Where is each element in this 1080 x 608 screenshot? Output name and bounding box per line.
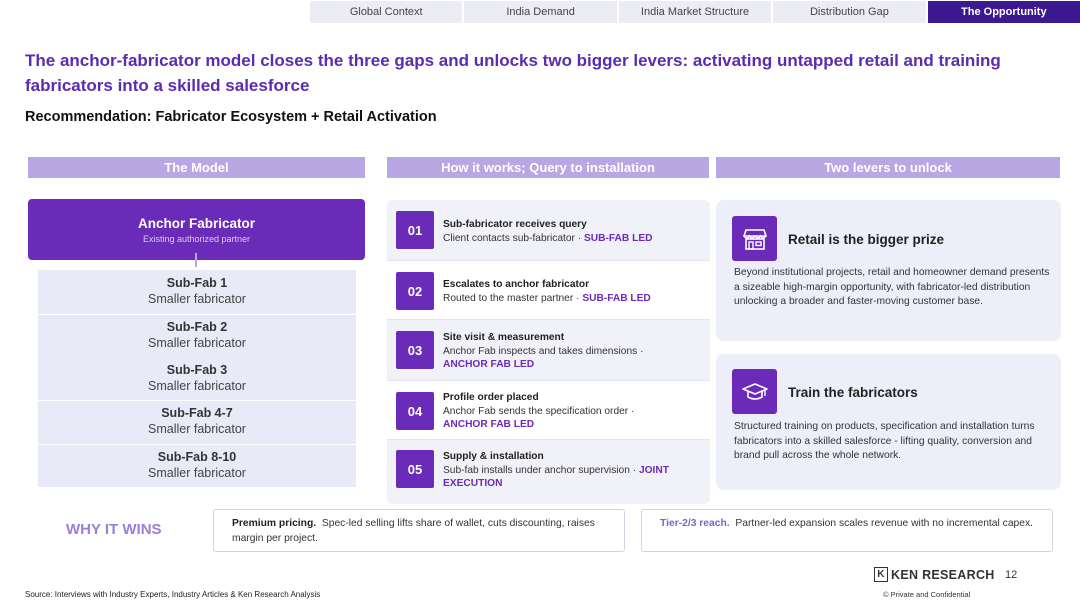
step-title: Profile order placed — [443, 392, 539, 403]
tab-distribution-gap[interactable]: Distribution Gap — [773, 1, 926, 23]
step-tag: SUB-FAB LED — [582, 292, 651, 304]
lever-body: Structured training on products, specifi… — [734, 421, 1035, 461]
sub-fab-desc: Smaller fabricator — [148, 466, 246, 480]
why-point-pricing: Premium pricing. Spec-led selling lifts … — [213, 509, 625, 552]
tab-global-context[interactable]: Global Context — [310, 1, 463, 23]
column-header-levers: Two levers to unlock — [716, 157, 1060, 178]
step-text: Profile order placed Anchor Fab sends th… — [443, 392, 635, 430]
step-number-badge: 04 — [396, 392, 434, 430]
sub-fab-desc: Smaller fabricator — [148, 379, 246, 393]
why-point-text: Partner-led expansion scales revenue wit… — [735, 518, 1034, 529]
tab-the-opportunity[interactable]: The Opportunity — [927, 1, 1080, 23]
connector-line — [195, 253, 197, 267]
why-it-wins-label: WHY IT WINS — [66, 521, 162, 538]
step-title: Supply & installation — [443, 451, 544, 462]
step-body: Anchor Fab inspects and takes dimensions — [443, 345, 638, 357]
step-number-badge: 01 — [396, 211, 434, 249]
list-item: Sub-Fab 8-10 Smaller fabricator — [38, 450, 356, 480]
list-item: Sub-Fab 4-7 Smaller fabricator — [38, 406, 356, 436]
page-number: 12 — [1005, 569, 1018, 581]
process-steps-panel: 01 Sub-fabricator receives query Client … — [387, 200, 710, 504]
sub-fab-name: Sub-Fab 1 — [166, 276, 228, 290]
page-title: The anchor-fabricator model closes the t… — [25, 51, 1001, 95]
graduation-cap-icon — [732, 369, 777, 414]
page-subtitle: Recommendation: Fabricator Ecosystem + R… — [25, 109, 437, 125]
source-note: Source: Interviews with Industry Experts… — [25, 590, 321, 599]
column-header-model: The Model — [28, 157, 365, 178]
anchor-fabricator-title: Anchor Fabricator — [137, 216, 256, 231]
sub-fab-name: Sub-Fab 3 — [166, 363, 228, 377]
why-point-reach: Tier-2/3 reach. Partner-led expansion sc… — [641, 509, 1053, 552]
list-item: Sub-Fab 3 Smaller fabricator — [38, 363, 356, 393]
lever-card-retail: Retail is the bigger prize Beyond instit… — [716, 200, 1061, 341]
anchor-fabricator-card: Anchor Fabricator Existing authorized pa… — [28, 199, 365, 260]
process-step: 03 Site visit & measurement Anchor Fab i… — [387, 320, 710, 380]
sub-fabricator-list: Sub-Fab 1 Smaller fabricator Sub-Fab 2 S… — [38, 270, 356, 487]
step-body: Routed to the master partner — [443, 292, 574, 304]
sub-fab-name: Sub-Fab 2 — [166, 320, 228, 334]
step-body: Sub-fab installs under anchor supervisio… — [443, 464, 630, 476]
step-tag: ANCHOR FAB LED — [443, 359, 535, 370]
divider — [38, 314, 356, 315]
sub-fab-name: Sub-Fab 8-10 — [157, 450, 237, 464]
lever-body: Beyond institutional projects, retail an… — [734, 267, 1050, 307]
sub-fab-desc: Smaller fabricator — [148, 336, 246, 350]
process-step: 01 Sub-fabricator receives query Client … — [387, 200, 710, 260]
tab-india-demand[interactable]: India Demand — [464, 1, 617, 23]
step-text: Site visit & measurement Anchor Fab insp… — [443, 332, 644, 370]
step-number-badge: 03 — [396, 331, 434, 369]
step-body: Client contacts sub-fabricator — [443, 232, 575, 244]
logo-mark-icon: K — [874, 567, 888, 582]
divider — [38, 444, 356, 445]
column-header-how: How it works; Query to installation — [387, 157, 709, 178]
anchor-fabricator-subtitle: Existing authorized partner — [142, 234, 251, 244]
step-title: Sub-fabricator receives query — [443, 219, 587, 230]
why-point-heading: Tier-2/3 reach. — [660, 518, 730, 529]
section-tabs: Global Context India Demand India Market… — [310, 1, 1080, 23]
divider — [38, 400, 356, 401]
ken-research-logo: K KEN RESEARCH — [874, 567, 995, 582]
step-title: Site visit & measurement — [443, 332, 565, 343]
lever-card-training: Train the fabricators Structured trainin… — [716, 354, 1061, 490]
sub-fab-name: Sub-Fab 4-7 — [161, 406, 233, 420]
step-number-badge: 02 — [396, 272, 434, 310]
step-number-badge: 05 — [396, 450, 434, 488]
list-item: Sub-Fab 2 Smaller fabricator — [38, 320, 356, 350]
step-title: Escalates to anchor fabricator — [443, 279, 590, 290]
lever-title: Retail is the bigger prize — [788, 232, 945, 247]
process-step: 02 Escalates to anchor fabricator Routed… — [387, 260, 710, 320]
process-step: 05 Supply & installation Sub-fab install… — [387, 440, 710, 500]
process-step: 04 Profile order placed Anchor Fab sends… — [387, 380, 710, 440]
tab-india-market-structure[interactable]: India Market Structure — [618, 1, 772, 23]
step-text: Escalates to anchor fabricator Routed to… — [443, 279, 651, 304]
step-text: Supply & installation Sub-fab installs u… — [443, 451, 669, 489]
sub-fab-desc: Smaller fabricator — [148, 292, 246, 306]
lever-title: Train the fabricators — [788, 385, 918, 400]
step-body: Anchor Fab sends the specification order — [443, 405, 629, 417]
confidential-note: © Private and Confidential — [883, 590, 971, 599]
step-tag: SUB-FAB LED — [584, 232, 653, 244]
step-text: Sub-fabricator receives query Client con… — [443, 219, 653, 244]
list-item: Sub-Fab 1 Smaller fabricator — [38, 276, 356, 306]
logo-text: KEN RESEARCH — [891, 567, 995, 582]
sub-fab-desc: Smaller fabricator — [148, 422, 246, 436]
why-point-heading: Premium pricing. — [232, 518, 317, 529]
storefront-icon — [732, 216, 777, 261]
step-tag: ANCHOR FAB LED — [443, 419, 535, 430]
